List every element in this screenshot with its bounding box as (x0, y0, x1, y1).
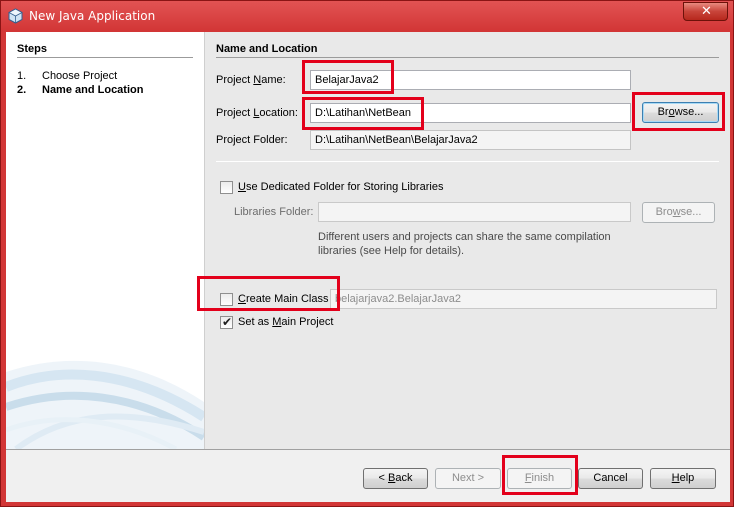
main-class-input[interactable]: belajarjava2.BelajarJava2 (330, 289, 717, 309)
browse-location-button[interactable]: Browse... (642, 102, 719, 123)
step-number: 1. (17, 70, 27, 82)
checkmark-icon: ✔ (222, 315, 233, 329)
project-folder-field: D:\Latihan\NetBean\BelajarJava2 (310, 130, 631, 150)
netbeans-cube-icon (8, 8, 23, 24)
steps-panel: Steps 1. Choose Project 2. Name and Locati… (6, 32, 204, 449)
libraries-folder-input[interactable] (318, 202, 631, 222)
project-location-input[interactable]: D:\Latihan\NetBean (310, 103, 631, 123)
section-title: Name and Location (216, 43, 318, 55)
divider (216, 57, 719, 58)
window-frame: New Java Application ✕ Steps 1. Choose Pr… (0, 0, 734, 507)
step-number: 2. (17, 84, 27, 96)
close-icon: ✕ (701, 4, 712, 19)
window-title: New Java Application (29, 9, 156, 23)
dialog-client: Steps 1. Choose Project 2. Name and Locati… (6, 32, 730, 502)
project-name-label: Project Name: (216, 74, 286, 86)
dedicated-folder-checkbox[interactable] (220, 181, 233, 194)
step-label: Choose Project (42, 70, 118, 82)
cancel-button[interactable]: Cancel (578, 468, 643, 489)
create-main-class-label: Create Main Class (238, 293, 329, 305)
divider (216, 161, 719, 162)
title-bar[interactable]: New Java Application ✕ (1, 1, 734, 31)
next-button[interactable]: Next > (435, 468, 501, 489)
divider (17, 57, 193, 58)
help-button[interactable]: Help (650, 468, 716, 489)
set-main-project-checkbox[interactable]: ✔ (220, 315, 233, 329)
step-label: Name and Location (42, 84, 144, 96)
project-folder-label: Project Folder: (216, 134, 288, 146)
back-button[interactable]: < Back (363, 468, 428, 489)
project-name-input[interactable]: BelajarJava2 (310, 70, 631, 90)
step-item-choose-project: 1. Choose Project (17, 70, 117, 82)
create-main-class-checkbox[interactable] (220, 293, 233, 306)
netbeans-swoosh-graphic (6, 360, 204, 449)
dedicated-folder-label: Use Dedicated Folder for Storing Librari… (238, 181, 444, 193)
button-bar: < Back Next > Finish Cancel Help (6, 450, 730, 502)
finish-button[interactable]: Finish (507, 468, 572, 489)
steps-title: Steps (17, 43, 47, 55)
libraries-folder-label: Libraries Folder: (234, 206, 314, 218)
content-panel: Name and Location Project Name: BelajarJ… (204, 32, 730, 449)
browse-libraries-button[interactable]: Browse... (642, 202, 715, 223)
close-button[interactable]: ✕ (683, 2, 728, 21)
libraries-hint-text: Different users and projects can share t… (318, 231, 611, 257)
set-main-project-label: Set as Main Project (238, 316, 334, 328)
step-item-name-and-location: 2. Name and Location (17, 84, 143, 96)
project-location-label: Project Location: (216, 107, 298, 119)
